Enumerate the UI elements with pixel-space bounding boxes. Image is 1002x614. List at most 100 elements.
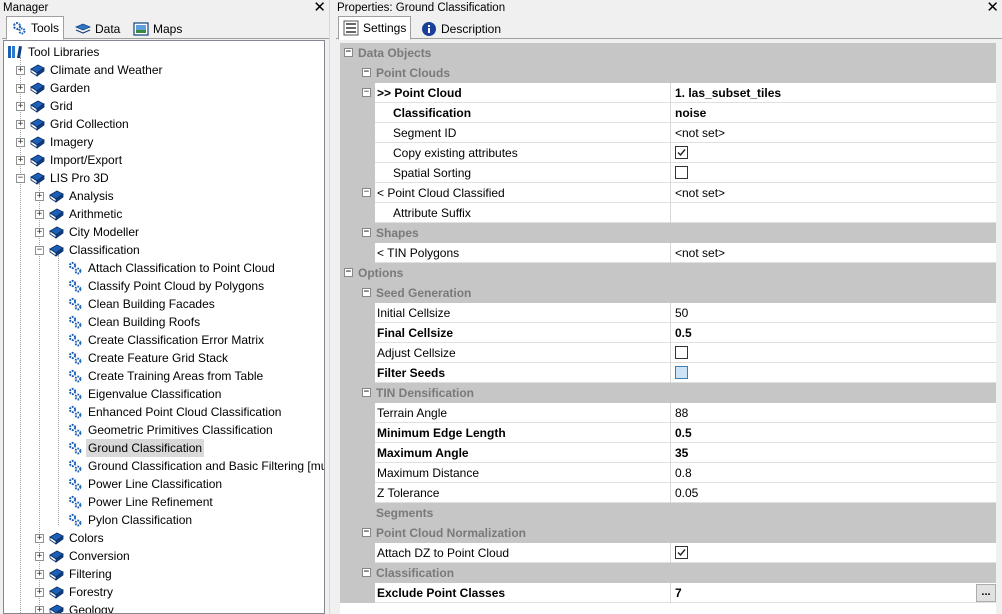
property-value[interactable] — [670, 163, 996, 183]
collapse-icon[interactable]: − — [362, 388, 371, 397]
property-row[interactable]: Spatial Sorting — [340, 163, 996, 183]
library-item[interactable]: + Imagery — [16, 133, 95, 151]
library-item[interactable]: + Import/Export — [16, 151, 124, 169]
expand-icon[interactable]: + — [16, 137, 25, 147]
library-item[interactable]: + Grid Collection — [16, 115, 131, 133]
tool-item[interactable]: Pylon Classification — [54, 511, 194, 529]
property-row[interactable]: Terrain Angle 88 — [340, 403, 996, 423]
expand-icon[interactable]: + — [35, 605, 44, 613]
tool-tree[interactable]: Tool Libraries + Climate and Weather + Garde… — [3, 40, 325, 614]
property-value[interactable]: 35 — [670, 443, 996, 463]
collapse-icon[interactable]: − — [362, 528, 371, 537]
library-item[interactable]: + Geology — [35, 601, 116, 613]
property-value[interactable] — [670, 363, 996, 383]
library-item[interactable]: + Forestry — [35, 583, 115, 601]
tab-tools[interactable]: Tools — [6, 16, 65, 40]
library-item[interactable]: + Climate and Weather — [16, 61, 165, 79]
collapse-icon[interactable]: − — [362, 228, 371, 237]
expand-icon[interactable]: + — [35, 209, 44, 219]
tool-item[interactable]: Create Feature Grid Stack — [54, 349, 230, 367]
expand-icon[interactable]: + — [35, 551, 44, 561]
collapse-icon[interactable]: − — [344, 268, 353, 277]
collapse-icon[interactable]: − — [362, 88, 371, 97]
tool-item[interactable]: Power Line Classification — [54, 475, 224, 493]
expand-icon[interactable]: + — [35, 533, 44, 543]
expand-icon[interactable]: + — [35, 569, 44, 579]
tool-item[interactable]: Clean Building Facades — [54, 295, 217, 313]
tool-item[interactable]: Power Line Refinement — [54, 493, 215, 511]
tool-item[interactable]: Ground Classification — [54, 439, 205, 457]
property-row[interactable]: Maximum Angle 35 — [340, 443, 996, 463]
ellipsis-button[interactable]: ... — [976, 584, 996, 602]
tool-item[interactable]: Clean Building Roofs — [54, 313, 202, 331]
property-row[interactable]: Adjust Cellsize — [340, 343, 996, 363]
property-row[interactable]: − < Point Cloud Classified <not set> — [340, 183, 996, 203]
properties-close-icon[interactable]: ✕ — [986, 0, 999, 16]
expand-icon[interactable]: + — [35, 227, 44, 237]
expand-icon[interactable]: + — [16, 65, 25, 75]
library-item[interactable]: + Colors — [35, 529, 106, 547]
collapse-icon[interactable]: − — [344, 48, 353, 57]
property-row[interactable]: Filter Seeds — [340, 363, 996, 383]
library-item[interactable]: Tool Libraries — [7, 43, 101, 61]
expand-icon[interactable]: + — [16, 119, 25, 129]
expand-icon[interactable]: + — [16, 155, 25, 165]
tab-description[interactable]: Description — [416, 18, 506, 39]
property-value[interactable]: <not set> — [670, 243, 996, 263]
tool-item[interactable]: Attach Classification to Point Cloud — [54, 259, 277, 277]
library-item[interactable]: − Classification — [35, 241, 142, 259]
property-grid-scrollbar[interactable] — [996, 43, 1002, 614]
checkbox-checked[interactable] — [675, 146, 688, 159]
tab-maps[interactable]: Maps — [128, 18, 187, 39]
collapse-icon[interactable]: − — [362, 568, 371, 577]
library-item[interactable]: − LIS Pro 3D — [16, 169, 111, 187]
collapse-icon[interactable]: − — [35, 245, 44, 255]
property-value[interactable]: 0.5 — [670, 423, 996, 443]
property-row[interactable]: Classification noise — [340, 103, 996, 123]
property-value[interactable] — [670, 543, 996, 563]
property-row[interactable]: Segment ID <not set> — [340, 123, 996, 143]
property-value[interactable]: noise — [670, 103, 996, 123]
property-value[interactable]: <not set> — [670, 123, 996, 143]
collapse-icon[interactable]: − — [362, 288, 371, 297]
property-row[interactable]: Attach DZ to Point Cloud — [340, 543, 996, 563]
property-row[interactable]: Maximum Distance 0.8 — [340, 463, 996, 483]
library-item[interactable]: + Arithmetic — [35, 205, 124, 223]
library-item[interactable]: + Analysis — [35, 187, 116, 205]
property-value[interactable] — [670, 343, 996, 363]
property-grid[interactable]: − Data Objects − Point Clouds − >> Point Clou… — [340, 43, 996, 614]
property-row[interactable]: Minimum Edge Length 0.5 — [340, 423, 996, 443]
tool-item[interactable]: Enhanced Point Cloud Classification — [54, 403, 283, 421]
tool-item[interactable]: Create Classification Error Matrix — [54, 331, 266, 349]
property-value[interactable]: 50 — [670, 303, 996, 323]
property-value[interactable]: 88 — [670, 403, 996, 423]
library-item[interactable]: + City Modeller — [35, 223, 141, 241]
property-value[interactable]: 0.5 — [670, 323, 996, 343]
property-row[interactable]: Final Cellsize 0.5 — [340, 323, 996, 343]
checkbox[interactable] — [675, 366, 688, 379]
property-row[interactable]: Exclude Point Classes 7... — [340, 583, 996, 603]
library-item[interactable]: + Grid — [16, 97, 75, 115]
library-item[interactable]: + Filtering — [35, 565, 114, 583]
tab-settings[interactable]: Settings — [338, 16, 412, 40]
checkbox[interactable] — [675, 346, 688, 359]
property-row[interactable]: − >> Point Cloud 1. las_subset_tiles — [340, 83, 996, 103]
expand-icon[interactable]: + — [35, 587, 44, 597]
property-value[interactable]: 1. las_subset_tiles — [670, 83, 996, 103]
tab-data[interactable]: Data — [70, 18, 125, 39]
property-value[interactable]: 7... — [670, 583, 996, 603]
property-row[interactable]: Copy existing attributes — [340, 143, 996, 163]
property-value[interactable]: <not set> — [670, 183, 996, 203]
tool-item[interactable]: Ground Classification and Basic Filterin… — [54, 457, 324, 475]
tool-item[interactable]: Geometric Primitives Classification — [54, 421, 275, 439]
expand-icon[interactable]: + — [16, 83, 25, 93]
library-item[interactable]: + Garden — [16, 79, 92, 97]
checkbox-checked[interactable] — [675, 546, 688, 559]
expand-icon[interactable]: + — [16, 101, 25, 111]
property-value[interactable] — [670, 203, 996, 223]
property-row[interactable]: Z Tolerance 0.05 — [340, 483, 996, 503]
property-row[interactable]: Initial Cellsize 50 — [340, 303, 996, 323]
tool-item[interactable]: Classify Point Cloud by Polygons — [54, 277, 266, 295]
tool-item[interactable]: Eigenvalue Classification — [54, 385, 223, 403]
property-value[interactable]: 0.8 — [670, 463, 996, 483]
